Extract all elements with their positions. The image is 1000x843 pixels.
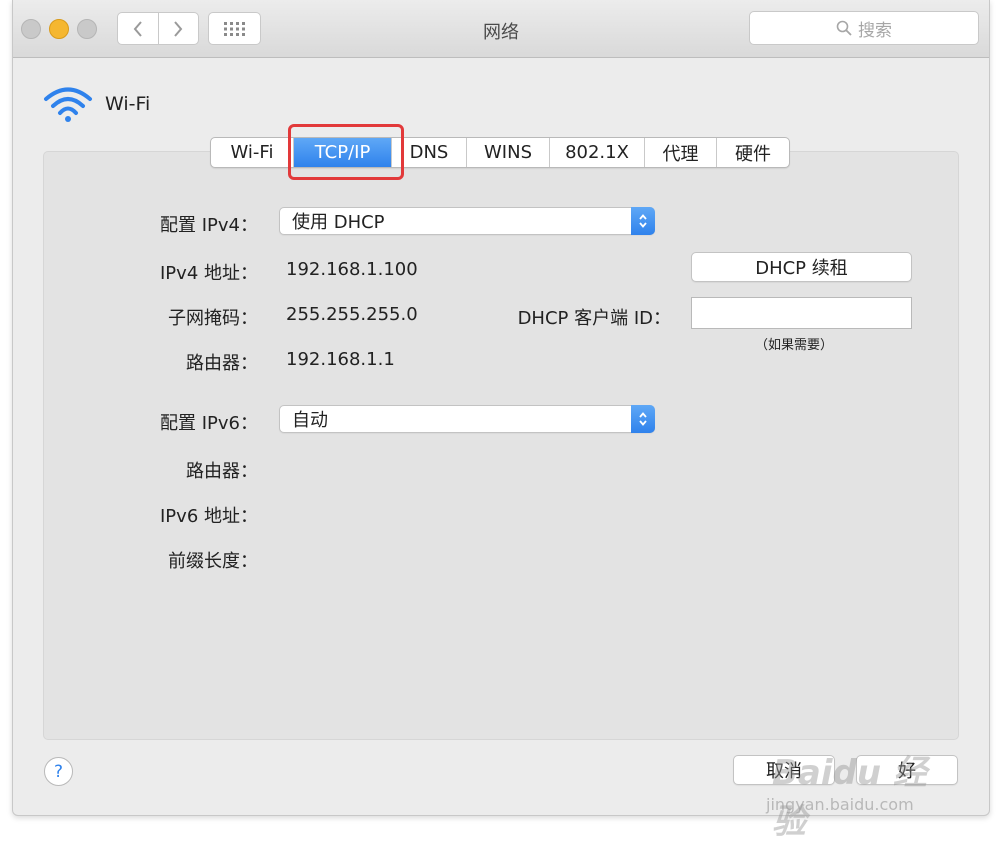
watermark-url: jingyan.baidu.com: [766, 795, 914, 814]
tab-highlight-annotation: [288, 124, 404, 180]
watermark-logo: Baidu 经验: [772, 753, 927, 842]
network-preferences-window: 网络 搜索 Wi-Fi Wi-Fi TCP/IP DNS WINS 802.1X…: [12, 0, 990, 816]
configure-ipv6-label: 配置 IPv6：: [160, 413, 258, 434]
ipv4-router-value: 192.168.1.1: [286, 349, 395, 370]
subnet-mask-value: 255.255.255.0: [286, 304, 418, 325]
service-name: Wi-Fi: [105, 93, 151, 115]
search-icon: [836, 20, 852, 36]
dhcp-client-id-field[interactable]: [691, 297, 912, 329]
ipv6-address-label: IPv6 地址：: [160, 506, 258, 527]
wifi-icon: [44, 87, 92, 122]
dhcp-client-id-label: DHCP 客户端 ID：: [517, 308, 671, 329]
configure-ipv4-select[interactable]: 使用 DHCP: [279, 207, 655, 235]
ipv4-router-label: 路由器：: [186, 353, 258, 374]
ipv4-address-label: IPv4 地址：: [160, 263, 258, 284]
select-stepper: [631, 207, 655, 235]
chevron-updown-icon: [639, 412, 647, 426]
prefix-length-label: 前缀长度：: [168, 551, 258, 572]
watermark: Baidu 经验 jingyan.baidu.com: [760, 735, 960, 842]
ipv6-router-label: 路由器：: [186, 461, 258, 482]
dhcp-client-id-hint: （如果需要）: [755, 338, 834, 353]
settings-panel: [43, 151, 959, 740]
configure-ipv4-label: 配置 IPv4：: [160, 215, 258, 236]
tab-8021x[interactable]: 802.1X: [550, 138, 645, 167]
service-header: Wi-Fi: [43, 86, 150, 122]
tab-wifi[interactable]: Wi-Fi: [211, 138, 294, 167]
search-placeholder: 搜索: [858, 20, 892, 41]
tab-hardware[interactable]: 硬件: [717, 138, 789, 167]
configure-ipv4-value: 使用 DHCP: [292, 212, 385, 233]
chevron-updown-icon: [639, 214, 647, 228]
select-stepper: [631, 405, 655, 433]
tab-wins[interactable]: WINS: [467, 138, 550, 167]
dhcp-renew-button[interactable]: DHCP 续租: [691, 252, 912, 282]
help-button[interactable]: ?: [44, 757, 73, 786]
title-bar: 网络 搜索: [13, 0, 989, 58]
search-field[interactable]: 搜索: [749, 11, 979, 45]
tab-proxy[interactable]: 代理: [645, 138, 717, 167]
configure-ipv6-select[interactable]: 自动: [279, 405, 655, 433]
ipv4-address-value: 192.168.1.100: [286, 259, 418, 280]
configure-ipv6-value: 自动: [292, 410, 328, 431]
subnet-mask-label: 子网掩码：: [168, 308, 258, 329]
